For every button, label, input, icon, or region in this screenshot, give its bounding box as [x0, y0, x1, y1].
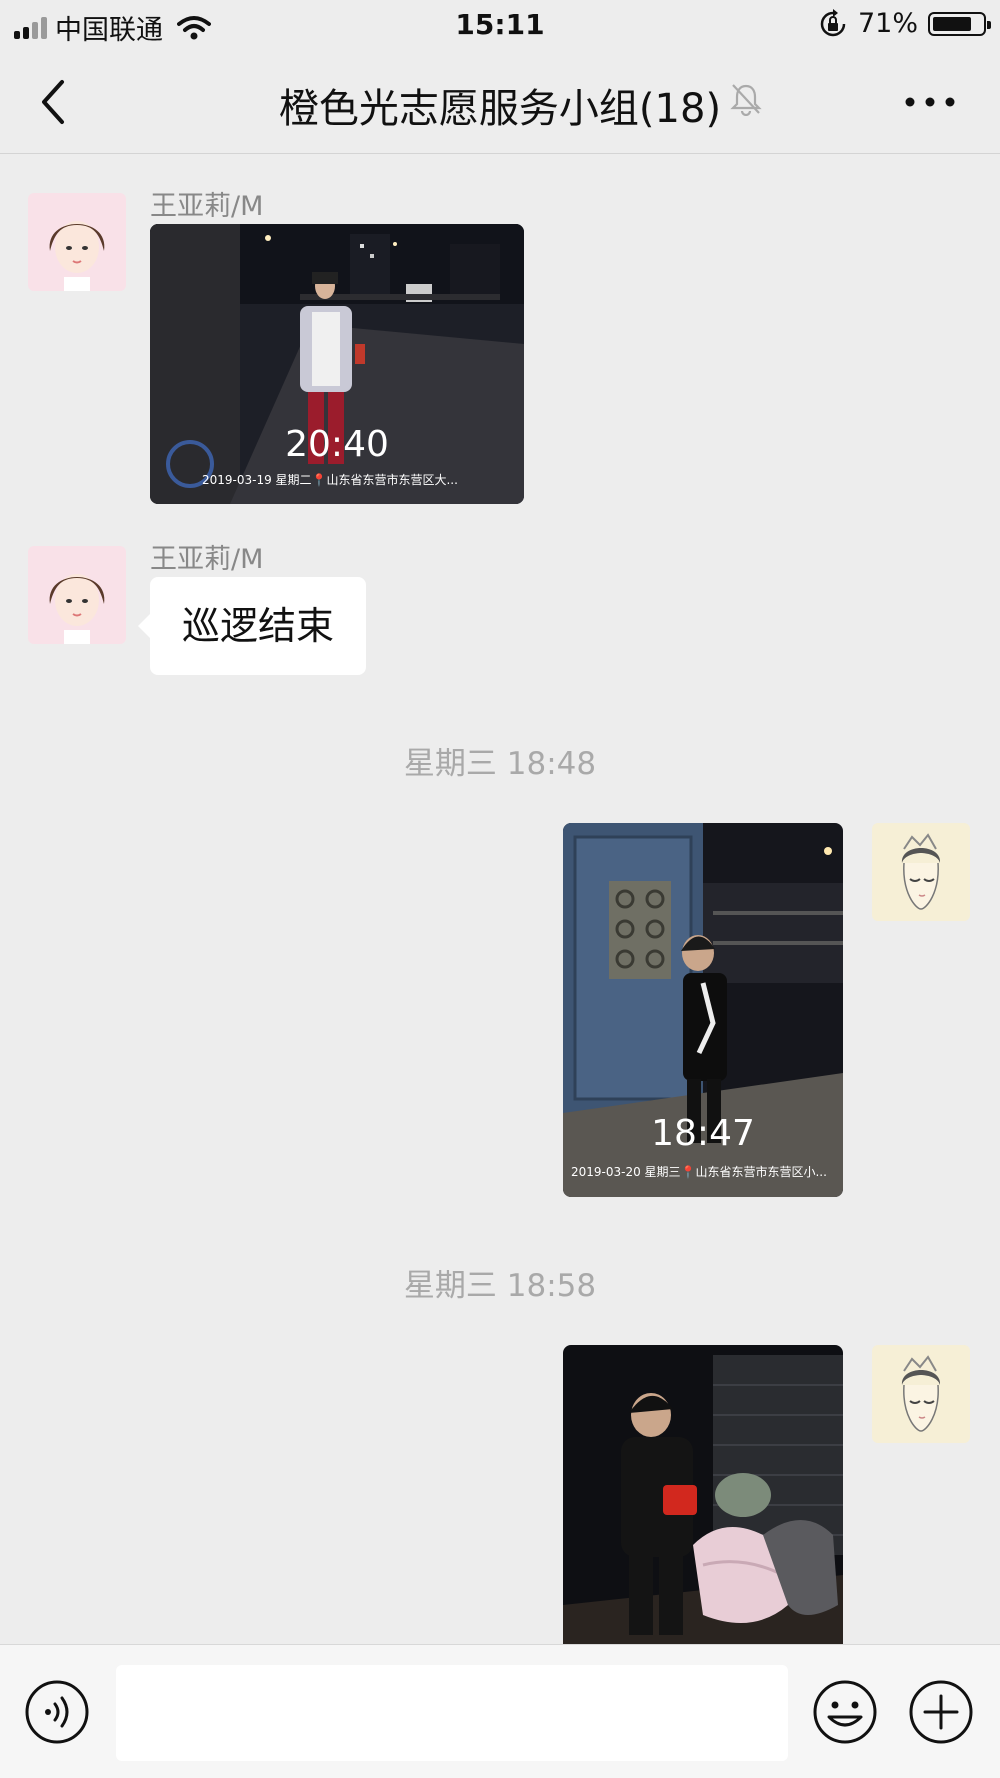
- avatar[interactable]: [28, 546, 126, 644]
- more-functions-plus-button[interactable]: [908, 1679, 974, 1745]
- message-timestamp: 星期三 18:58: [403, 1268, 597, 1304]
- status-bar: 中国联通 15:11 71%: [0, 0, 1000, 52]
- avatar[interactable]: [28, 193, 126, 291]
- chat-header: 橙色光志愿服务小组(18): [0, 52, 1000, 154]
- photo-location-caption: 2019-03-20 星期三📍山东省东营市东营区小...: [571, 1165, 827, 1179]
- battery-percent: 71%: [857, 8, 918, 39]
- voice-input-button[interactable]: [24, 1679, 90, 1745]
- battery-icon: [928, 11, 991, 36]
- photo-time-watermark: 18:47: [651, 1113, 755, 1154]
- image-message[interactable]: 20:40 2019-03-19 星期二📍山东省东营市东营区大...: [150, 224, 524, 504]
- sender-name: 王亚莉/M: [150, 191, 264, 222]
- night-patrol-photo: [563, 1345, 843, 1644]
- emoji-button[interactable]: [812, 1679, 878, 1745]
- message-timestamp: 星期三 18:48: [403, 746, 597, 782]
- message-input[interactable]: [116, 1665, 788, 1761]
- my-avatar[interactable]: [872, 1345, 970, 1443]
- chat-title: 橙色光志愿服务小组(18): [278, 86, 722, 132]
- rotation-lock-icon: [820, 8, 846, 36]
- photo-location-caption: 2019-03-19 星期二📍山东省东营市东营区大...: [202, 473, 458, 487]
- my-avatar[interactable]: [872, 823, 970, 921]
- text-message-bubble[interactable]: 巡逻结束: [137, 577, 367, 675]
- image-message[interactable]: [563, 1345, 843, 1644]
- sender-name: 王亚莉/M: [150, 544, 264, 575]
- image-message[interactable]: 18:47 2019-03-20 星期三📍山东省东营市东营区小...: [563, 823, 843, 1197]
- mute-notification-icon: [730, 84, 762, 116]
- photo-time-watermark: 20:40: [285, 424, 389, 465]
- more-options-button[interactable]: [900, 82, 960, 122]
- chat-input-bar: [0, 1644, 1000, 1778]
